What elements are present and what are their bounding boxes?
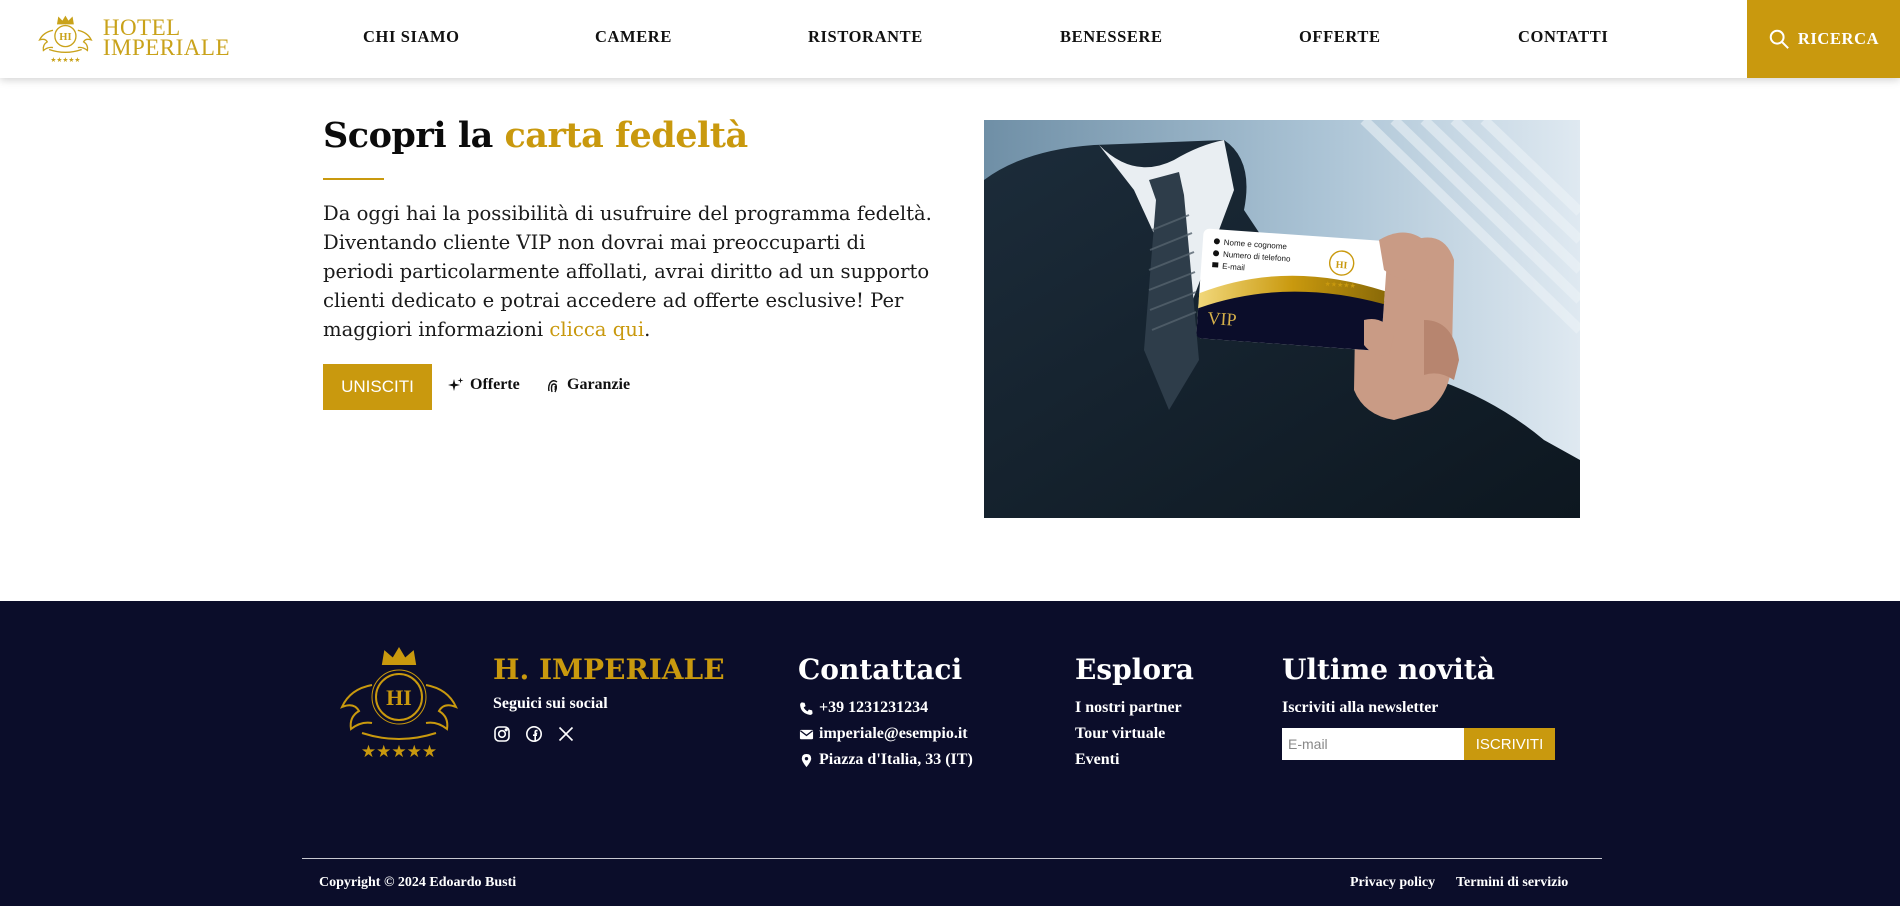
news-heading: Ultime novità	[1282, 653, 1495, 686]
svg-text:HI: HI	[386, 685, 412, 710]
page-title: Scopri la carta fedeltà	[323, 115, 748, 156]
loyalty-body-end: .	[644, 318, 651, 341]
instagram-icon[interactable]	[493, 725, 511, 743]
title-plain: Scopri la	[323, 115, 505, 156]
facebook-icon[interactable]	[525, 725, 543, 743]
email-address: imperiale@esempio.it	[819, 725, 968, 742]
social-links	[493, 725, 575, 743]
brand-line-2: IMPERIALE	[102, 35, 230, 60]
phone-icon	[800, 701, 813, 715]
vip-card-illustration: VIP Nome e cognome Numero di telefono E-…	[984, 120, 1580, 518]
site-footer: HI ★★★★★ H. IMPERIALE Seguici sui social…	[0, 601, 1900, 906]
contact-address: Piazza d'Italia, 33 (IT)	[799, 751, 973, 769]
top-navbar: HI ★★★★★ HOTEL IMPERIALE CHI SIAMO CAMER…	[0, 0, 1900, 78]
search-icon	[1769, 29, 1789, 49]
more-info-link[interactable]: clicca qui	[549, 318, 644, 341]
social-label: Seguici sui social	[493, 695, 608, 712]
address-text: Piazza d'Italia, 33 (IT)	[819, 751, 973, 768]
subscribe-button[interactable]: ISCRIVITI	[1464, 728, 1555, 760]
offers-label: Offerte	[470, 376, 520, 393]
nav-chi-siamo[interactable]: CHI SIAMO	[363, 27, 460, 47]
nav-offerte[interactable]: OFFERTE	[1299, 27, 1381, 47]
contact-phone[interactable]: +39 1231231234	[799, 699, 928, 717]
guarantees-label: Garanzie	[567, 376, 631, 393]
newsletter-email-input[interactable]	[1282, 728, 1464, 760]
nav-benessere[interactable]: BENESSERE	[1060, 27, 1163, 47]
contact-heading: Contattaci	[798, 653, 963, 686]
phone-number: +39 1231231234	[819, 699, 929, 716]
nav-camere[interactable]: CAMERE	[595, 27, 672, 47]
svg-text:HI: HI	[59, 32, 71, 43]
svg-text:★★★★★: ★★★★★	[50, 56, 80, 64]
location-pin-icon	[801, 753, 812, 767]
virtual-tour-link[interactable]: Tour virtuale	[1075, 725, 1165, 743]
privacy-policy-link[interactable]: Privacy policy	[1350, 875, 1435, 891]
guarantees-link[interactable]: Garanzie	[545, 376, 630, 394]
crown-emblem-icon: HI ★★★★★	[38, 15, 93, 64]
search-button[interactable]: RICERCA	[1747, 0, 1900, 78]
crown-emblem-icon: HI ★★★★★	[340, 647, 458, 762]
brand-name: HOTEL IMPERIALE	[102, 16, 230, 60]
partners-link[interactable]: I nostri partner	[1075, 699, 1182, 717]
newsletter-label: Iscriviti alla newsletter	[1282, 699, 1439, 716]
contact-email[interactable]: imperiale@esempio.it	[799, 725, 968, 743]
loyalty-description: Da oggi hai la possibilità di usufruire …	[323, 199, 933, 344]
fingerprint-icon	[547, 380, 558, 393]
explore-heading: Esplora	[1075, 653, 1194, 686]
footer-brand: H. IMPERIALE	[493, 653, 725, 686]
copyright-text: Copyright © 2024 Edoardo Busti	[319, 875, 517, 890]
title-divider	[323, 178, 384, 180]
nav-contatti[interactable]: CONTATTI	[1518, 27, 1608, 47]
svg-text:E-mail: E-mail	[1222, 262, 1245, 273]
svg-text:VIP: VIP	[1207, 308, 1237, 330]
x-icon[interactable]	[557, 725, 575, 743]
nav-ristorante[interactable]: RISTORANTE	[808, 27, 923, 47]
terms-of-service-link[interactable]: Termini di servizio	[1456, 875, 1568, 891]
footer-divider	[302, 858, 1602, 859]
vip-card-photo: VIP Nome e cognome Numero di telefono E-…	[984, 120, 1580, 518]
envelope-icon	[799, 729, 814, 739]
svg-text:HI: HI	[1335, 260, 1348, 272]
sparkles-icon	[448, 377, 464, 391]
offers-link[interactable]: Offerte	[448, 376, 520, 394]
events-link[interactable]: Eventi	[1075, 751, 1119, 769]
hotel-logo[interactable]: HI ★★★★★ HOTEL IMPERIALE	[30, 10, 230, 66]
search-label: RICERCA	[1797, 29, 1880, 48]
join-button[interactable]: UNISCITI	[323, 364, 432, 410]
svg-text:★★★★★: ★★★★★	[361, 742, 437, 762]
title-accent: carta fedeltà	[504, 115, 748, 156]
